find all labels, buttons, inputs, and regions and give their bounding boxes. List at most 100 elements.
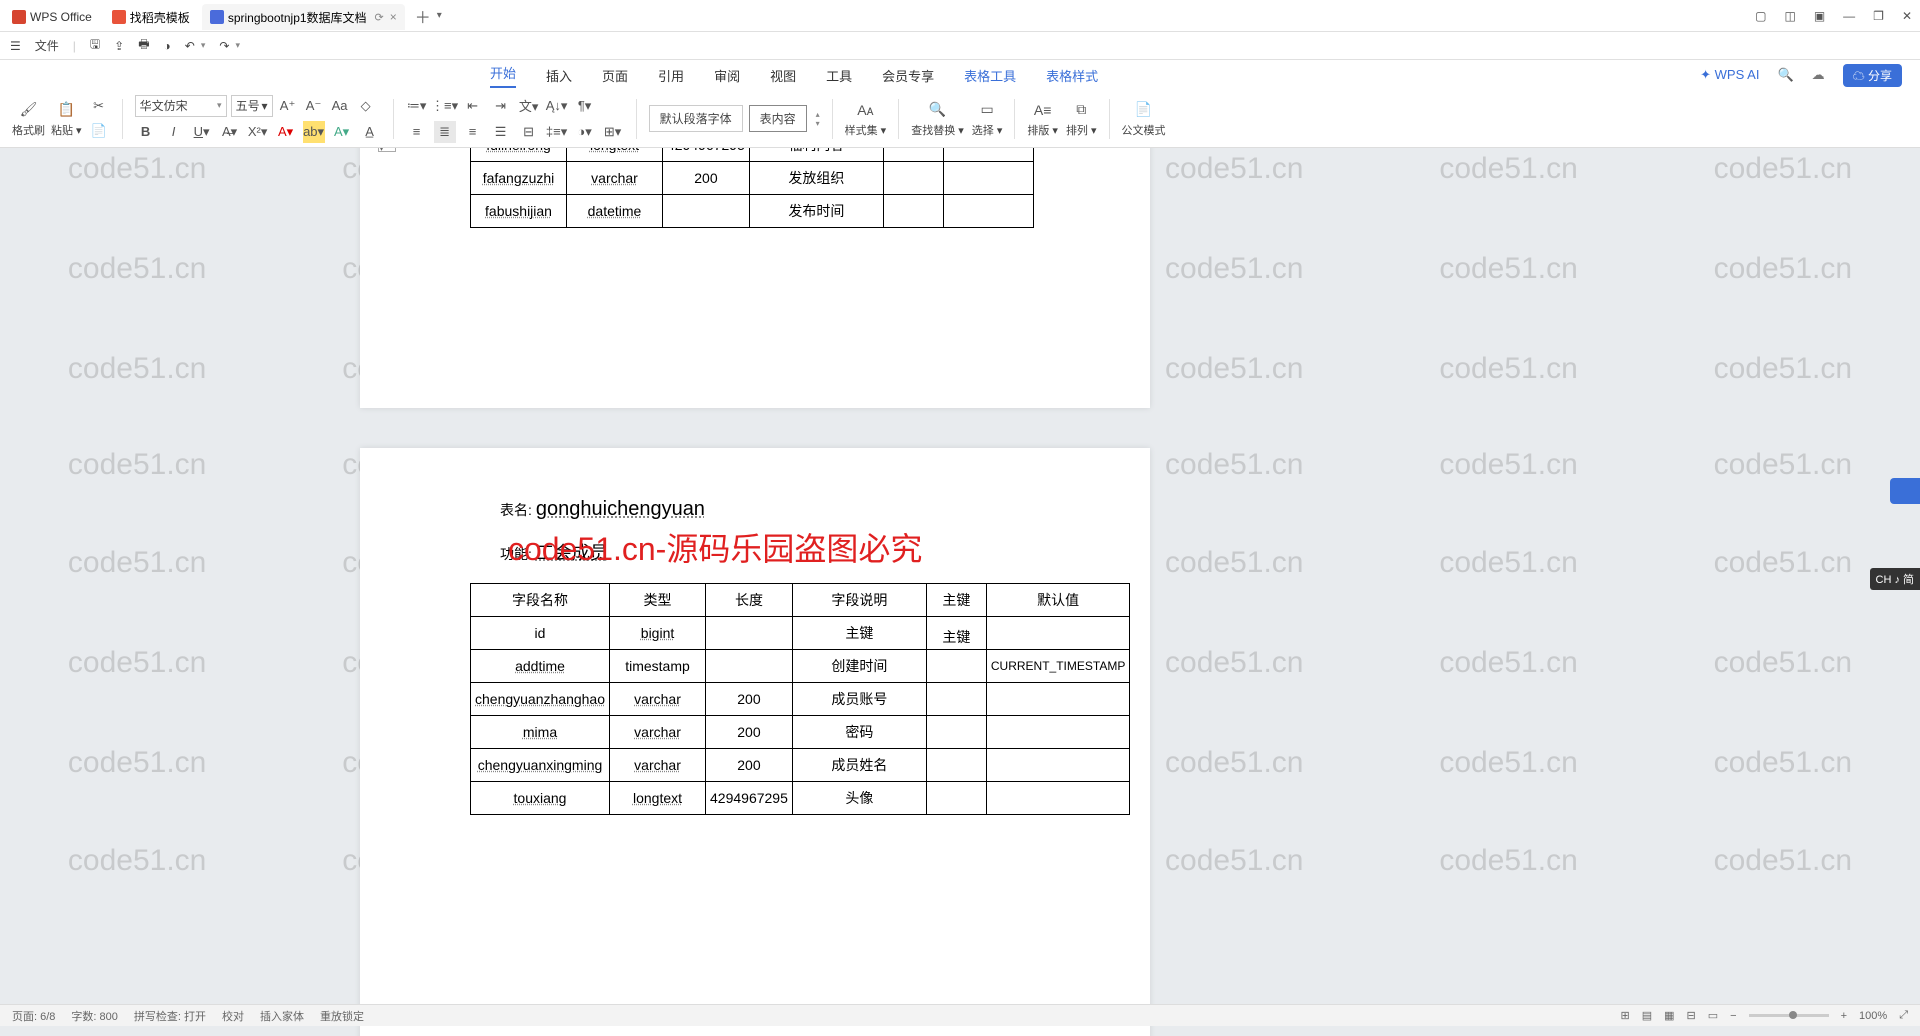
bold-button[interactable]: B bbox=[135, 121, 157, 143]
view-outline-icon[interactable]: ⊟ bbox=[1687, 1009, 1696, 1022]
decrease-indent-button[interactable]: ⇤ bbox=[462, 95, 484, 117]
tab-view[interactable]: 视图 bbox=[770, 66, 796, 85]
find-replace-button[interactable]: 🔍查找替换 ▾ bbox=[911, 100, 964, 138]
search-icon[interactable]: 🔍 bbox=[1777, 67, 1793, 83]
tab-daoke[interactable]: 找稻壳模板 bbox=[104, 4, 198, 30]
preview-icon[interactable]: ◑ bbox=[164, 39, 171, 53]
replay-lock[interactable]: 重放锁定 bbox=[320, 1008, 364, 1024]
close-window-button[interactable]: ✕ bbox=[1902, 9, 1912, 23]
distribute-button[interactable]: ⊟ bbox=[518, 121, 540, 143]
maximize-button[interactable]: ❐ bbox=[1873, 9, 1884, 23]
wps-ai-button[interactable]: ✦ WPS AI bbox=[1700, 67, 1759, 83]
style-default[interactable]: 默认段落字体 bbox=[649, 105, 743, 132]
decrease-font-button[interactable]: A⁻ bbox=[303, 95, 325, 117]
font-family-select[interactable]: 华文仿宋▾ bbox=[135, 95, 227, 117]
user-avatar-icon[interactable]: ▣ bbox=[1814, 9, 1825, 23]
side-cloud-button[interactable] bbox=[1890, 478, 1920, 504]
select-button[interactable]: ▭选择 ▾ bbox=[972, 100, 1003, 138]
align-left-button[interactable]: ≡ bbox=[406, 121, 428, 143]
export-icon[interactable]: ⇪ bbox=[114, 39, 124, 53]
align-right-button[interactable]: ≡ bbox=[462, 121, 484, 143]
spellcheck-status[interactable]: 拼写检查: 打开 bbox=[134, 1008, 206, 1024]
view-web-icon[interactable]: ▦ bbox=[1664, 1009, 1674, 1022]
zoom-out-button[interactable]: − bbox=[1730, 1010, 1736, 1022]
superscript-button[interactable]: X²▾ bbox=[247, 121, 269, 143]
view-read-icon[interactable]: ▭ bbox=[1708, 1009, 1718, 1022]
close-tab-icon[interactable]: × bbox=[390, 10, 397, 24]
proof-status[interactable]: 校对 bbox=[222, 1008, 244, 1024]
tab-start[interactable]: 开始 bbox=[490, 63, 516, 88]
shading-button[interactable]: A▾ bbox=[331, 121, 353, 143]
tab-insert[interactable]: 插入 bbox=[546, 66, 572, 85]
view-icon[interactable]: ⊞ bbox=[1621, 1009, 1630, 1022]
paste-button[interactable]: 📋粘贴 ▾ bbox=[51, 100, 82, 138]
styles-gallery[interactable]: 默认段落字体 表内容 ▴▾ bbox=[649, 105, 820, 132]
document-canvas[interactable]: code51.cncode51.cncode51.cncode51.cncode… bbox=[0, 148, 1920, 1036]
print-button[interactable]: 🖶 bbox=[138, 35, 149, 56]
window-box-icon[interactable]: ▢ bbox=[1755, 9, 1766, 23]
word-count[interactable]: 字数: 800 bbox=[71, 1008, 117, 1024]
format-painter-button[interactable]: 🖌格式刷 bbox=[12, 100, 45, 138]
underline-button[interactable]: U▾ bbox=[191, 121, 213, 143]
italic-button[interactable]: I bbox=[163, 121, 185, 143]
style-body[interactable]: 表内容 bbox=[749, 105, 807, 132]
char-border-button[interactable]: A̲ bbox=[359, 121, 381, 143]
tab-dropdown-icon[interactable]: ▾ bbox=[437, 10, 442, 21]
tab-table-style[interactable]: 表格样式 bbox=[1046, 66, 1098, 85]
font-color-button[interactable]: A▾ bbox=[275, 121, 297, 143]
insert-mode[interactable]: 插入家体 bbox=[260, 1008, 304, 1024]
zoom-in-button[interactable]: + bbox=[1841, 1010, 1847, 1022]
zoom-level[interactable]: 100% bbox=[1859, 1010, 1887, 1022]
schema-table[interactable]: 字段名称类型长度字段说明主键默认值 idbigint主键主键 addtimeti… bbox=[470, 583, 1130, 815]
font-size-select[interactable]: 五号▾ bbox=[231, 95, 273, 117]
align-center-button[interactable]: ≣ bbox=[434, 121, 456, 143]
para-shading-button[interactable]: ◑▾ bbox=[574, 121, 596, 143]
schema-table-partial[interactable]: fulineironglongtext4294967295福利内容 fafang… bbox=[470, 148, 1034, 228]
redo-button[interactable]: ↷ bbox=[219, 39, 229, 53]
minimize-button[interactable]: — bbox=[1843, 9, 1855, 23]
increase-font-button[interactable]: A⁺ bbox=[277, 95, 299, 117]
show-marks-button[interactable]: ¶▾ bbox=[574, 95, 596, 117]
sort-layout-button[interactable]: A≡排版 ▾ bbox=[1027, 100, 1058, 138]
page-indicator[interactable]: 页面: 6/8 bbox=[12, 1008, 55, 1024]
save-button[interactable]: 🖫 bbox=[90, 35, 100, 56]
line-spacing-button[interactable]: ‡≡▾ bbox=[546, 121, 568, 143]
file-menu[interactable]: 文件 bbox=[35, 37, 59, 54]
change-case-button[interactable]: Aa bbox=[329, 95, 351, 117]
tab-tools[interactable]: 工具 bbox=[826, 66, 852, 85]
bullets-button[interactable]: ≔▾ bbox=[406, 95, 428, 117]
tab-page[interactable]: 页面 bbox=[602, 66, 628, 85]
cloud-icon[interactable]: ☁ bbox=[1812, 67, 1825, 83]
copy-button[interactable]: 📄 bbox=[88, 120, 110, 142]
borders-button[interactable]: ⊞▾ bbox=[602, 121, 624, 143]
window-cube-icon[interactable]: ◫ bbox=[1784, 9, 1795, 23]
fit-icon[interactable]: ⤢ bbox=[1899, 1009, 1908, 1022]
align-justify-button[interactable]: ☰ bbox=[490, 121, 512, 143]
tab-member[interactable]: 会员专享 bbox=[882, 66, 934, 85]
menu-icon[interactable]: ☰ bbox=[10, 39, 21, 53]
zoom-slider[interactable] bbox=[1749, 1014, 1829, 1017]
tab-table-tools[interactable]: 表格工具 bbox=[964, 66, 1016, 85]
share-button[interactable]: ☁ 分享 bbox=[1843, 64, 1902, 87]
increase-indent-button[interactable]: ⇥ bbox=[490, 95, 512, 117]
add-tab-button[interactable]: ＋ bbox=[415, 4, 431, 28]
undo-button[interactable]: ↶ bbox=[185, 39, 195, 53]
tab-reference[interactable]: 引用 bbox=[658, 66, 684, 85]
tab-wps-home[interactable]: WPS Office bbox=[4, 4, 100, 30]
highlight-button[interactable]: ab▾ bbox=[303, 121, 325, 143]
margin-marker-icon[interactable]: ▣ ▾ bbox=[378, 148, 396, 152]
cut-button[interactable]: ✂ bbox=[88, 95, 110, 117]
sort-button[interactable]: Ą↓▾ bbox=[546, 95, 568, 117]
clear-format-button[interactable]: ◇ bbox=[355, 95, 377, 117]
text-direction-button[interactable]: 文▾ bbox=[518, 95, 540, 117]
strikethrough-button[interactable]: A̶▾ bbox=[219, 121, 241, 143]
tab-document[interactable]: springbootnjp1数据库文档⟳× bbox=[202, 4, 405, 30]
styleset-button[interactable]: Aᴀ样式集 ▾ bbox=[845, 100, 887, 138]
view-print-icon[interactable]: ▤ bbox=[1642, 1009, 1652, 1022]
official-doc-button[interactable]: 📄公文模式 bbox=[1122, 100, 1166, 138]
arrange-button[interactable]: ⧉排列 ▾ bbox=[1066, 100, 1097, 138]
ime-indicator[interactable]: CH ♪ 简 bbox=[1870, 568, 1920, 590]
tab-review[interactable]: 审阅 bbox=[714, 66, 740, 85]
numbering-button[interactable]: ⋮≡▾ bbox=[434, 95, 456, 117]
restore-icon[interactable]: ⟳ bbox=[375, 11, 384, 24]
